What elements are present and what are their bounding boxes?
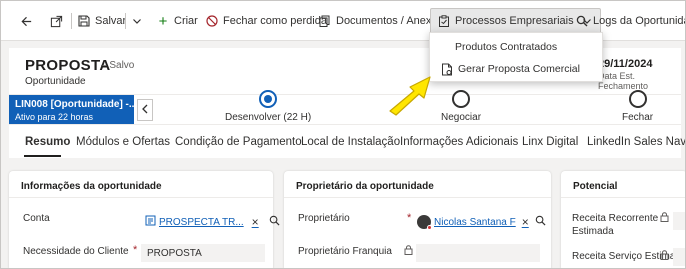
selected-tab-indicator xyxy=(24,155,61,157)
previous-stage-button[interactable] xyxy=(137,99,153,121)
clear-icon[interactable]: × xyxy=(522,215,529,229)
tab-local-instalacao[interactable]: Local de Instalação xyxy=(301,136,400,148)
customer-need-field[interactable]: PROPOSTA xyxy=(141,244,265,262)
opportunity-logs-button[interactable]: Logs da Oportunidade xyxy=(575,9,685,33)
account-value[interactable]: PROSPECTA TR... xyxy=(159,217,244,228)
record-title: PROPOSTA xyxy=(25,57,111,74)
close-as-lost-label: Fechar como perdida xyxy=(223,15,327,27)
prohibited-icon xyxy=(205,14,219,28)
record-entity-type: Oportunidade xyxy=(25,76,86,87)
open-in-new-window-button[interactable] xyxy=(49,9,67,33)
tab-condicao-pagamento[interactable]: Condição de Pagamento xyxy=(175,136,302,148)
tab-informacoes-adicionais[interactable]: Informações Adicionais xyxy=(400,136,518,148)
process-flag-title: LIN008 [Oportunidade] -... xyxy=(15,99,138,110)
owner-value[interactable]: Nicolas Santana F xyxy=(434,217,516,228)
stage-label: Negociar xyxy=(441,112,482,123)
franchise-owner-label: Proprietário Franquia xyxy=(298,246,392,257)
lock-icon xyxy=(404,245,413,257)
clear-icon[interactable]: × xyxy=(252,215,259,229)
arrow-left-icon xyxy=(19,14,33,28)
save-icon xyxy=(77,14,91,28)
chevron-down-icon xyxy=(130,14,144,28)
stage-fechar[interactable]: Fechar xyxy=(622,90,653,123)
process-flag-duration: Ativo para 22 horas xyxy=(15,112,94,122)
form-tabs: Resumo Módulos e Ofertas Condição de Pag… xyxy=(9,124,685,158)
popout-icon xyxy=(49,14,63,28)
create-label: Criar xyxy=(174,15,198,27)
save-options-chevron[interactable] xyxy=(130,9,148,33)
estimated-close-date-label: Data Est. Fechamento xyxy=(598,71,649,91)
plus-icon: + xyxy=(158,12,168,30)
chevron-left-icon xyxy=(141,103,149,117)
business-process-flow: LIN008 [Oportunidade] -... Ativo para 22… xyxy=(9,90,681,125)
crm-opportunity-form: Salvar + Criar Fechar como perdida Docum… xyxy=(0,0,686,269)
menu-item-gerar-proposta-comercial[interactable]: Gerar Proposta Comercial xyxy=(430,58,602,80)
avatar xyxy=(417,215,432,230)
tab-resumo[interactable]: Resumo xyxy=(25,136,70,148)
save-status: – Salvo xyxy=(101,60,135,71)
menu-item-produtos-contratados[interactable]: Produtos Contratados xyxy=(430,36,602,58)
section-opportunity-owner: Proprietário da oportunidade Proprietári… xyxy=(284,171,551,268)
section-title: Potencial xyxy=(573,181,618,192)
active-stage-icon xyxy=(259,90,278,108)
franchise-owner-field xyxy=(416,244,540,262)
clipboard-icon xyxy=(437,14,451,28)
service-revenue-field xyxy=(673,248,685,266)
stage-label: Desenvolver (22 H) xyxy=(225,112,312,123)
required-indicator: * xyxy=(133,244,138,256)
account-lookup[interactable]: PROSPECTA TR... × xyxy=(145,213,280,231)
process-flag[interactable]: LIN008 [Oportunidade] -... Ativo para 22… xyxy=(9,95,138,125)
section-opportunity-info: Informações da oportunidade Conta PROSPE… xyxy=(9,171,280,268)
account-entity-icon xyxy=(145,215,156,229)
menu-item-label: Gerar Proposta Comercial xyxy=(458,63,580,75)
lock-icon xyxy=(660,212,669,224)
section-potential: Potencial Receita Recorrente Estimada Re… xyxy=(561,171,685,268)
section-title: Proprietário da oportunidade xyxy=(296,181,434,192)
search-icon[interactable] xyxy=(535,215,546,229)
back-button[interactable] xyxy=(19,9,37,33)
tab-modulos-ofertas[interactable]: Módulos e Ofertas xyxy=(76,136,170,148)
save-label: Salvar xyxy=(95,15,127,27)
required-indicator: * xyxy=(407,212,412,224)
menu-item-label: Produtos Contratados xyxy=(455,41,558,53)
recurring-revenue-field xyxy=(673,212,685,230)
search-icon xyxy=(575,14,589,28)
business-processes-menu: Produtos Contratados Gerar Proposta Come… xyxy=(429,32,603,82)
account-label: Conta xyxy=(23,213,50,224)
search-icon[interactable] xyxy=(269,215,280,229)
tab-linx-digital[interactable]: Linx Digital xyxy=(522,136,578,148)
owner-lookup[interactable]: Nicolas Santana F × xyxy=(417,213,546,231)
stage-circle-icon xyxy=(452,90,471,108)
stage-negociar[interactable]: Negociar xyxy=(441,90,481,123)
create-button[interactable]: + Criar xyxy=(156,9,198,33)
business-processes-label: Processos Empresariais xyxy=(455,15,574,27)
stage-label: Fechar xyxy=(622,112,654,123)
stage-circle-icon xyxy=(628,90,647,108)
callout-arrow-icon xyxy=(384,73,436,120)
stage-desenvolver[interactable]: Desenvolver (22 H) xyxy=(225,90,311,123)
documents-label: Documentos / Anexos xyxy=(336,15,444,27)
owner-label: Proprietário xyxy=(298,213,350,224)
documents-icon xyxy=(318,14,332,28)
recurring-revenue-label: Receita Recorrente Estimada xyxy=(572,213,659,237)
close-as-lost-button[interactable]: Fechar como perdida xyxy=(205,9,327,33)
opportunity-logs-label: Logs da Oportunidade xyxy=(593,15,685,27)
section-title: Informações da oportunidade xyxy=(21,181,162,192)
lock-icon xyxy=(660,250,669,262)
documents-button[interactable]: Documentos / Anexos xyxy=(318,9,443,33)
save-button[interactable]: Salvar xyxy=(77,9,126,33)
document-settings-icon xyxy=(440,62,454,76)
tab-linkedin-sales-navigator[interactable]: LinkedIn Sales Naviga xyxy=(587,136,685,148)
customer-need-label: Necessidade do Cliente xyxy=(23,246,129,257)
estimated-close-date-value: 29/11/2024 xyxy=(598,58,653,70)
